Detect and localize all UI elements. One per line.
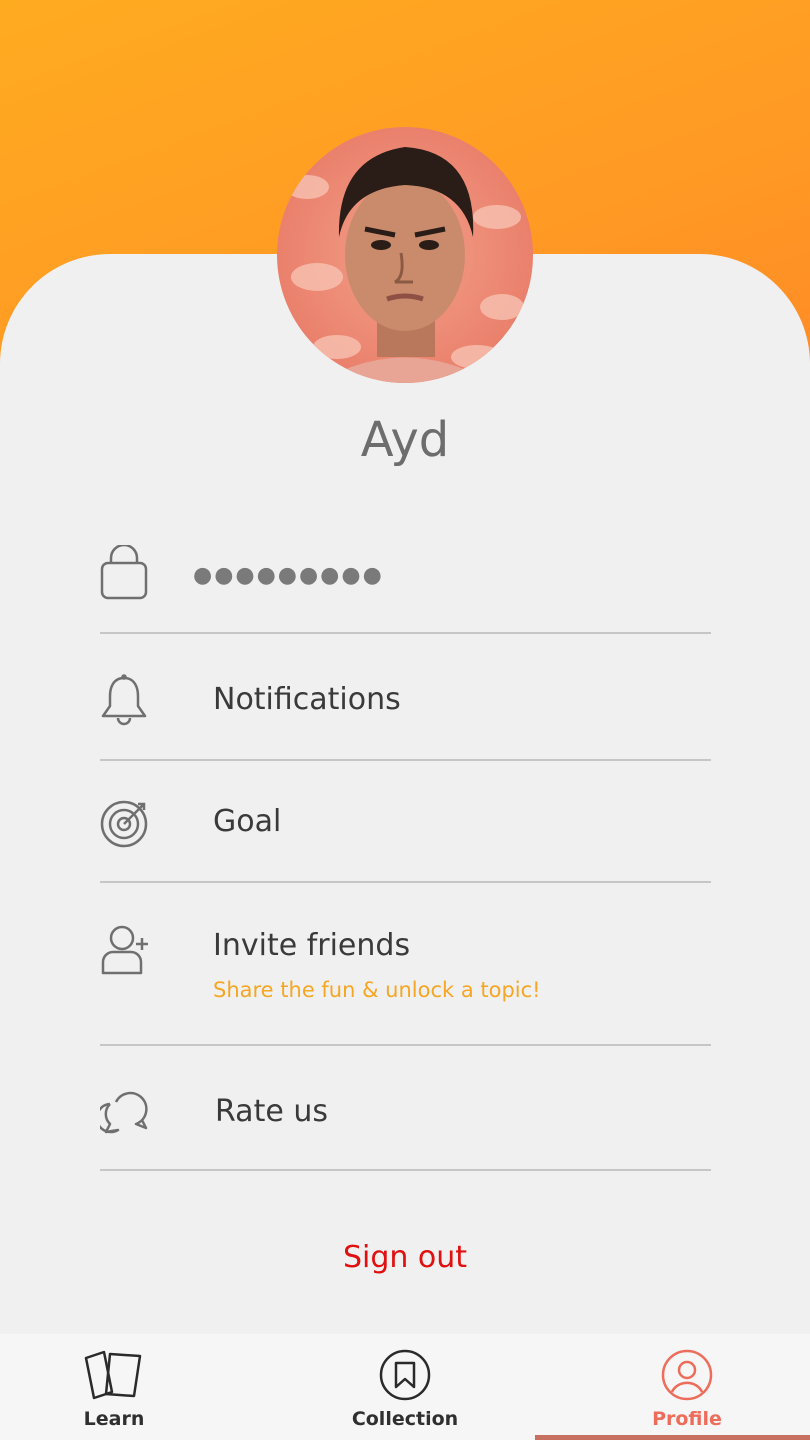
chat-bubbles-icon: [95, 1088, 152, 1140]
active-tab-indicator: [535, 1435, 810, 1440]
add-user-icon: [100, 924, 150, 980]
settings-item-invite-friends[interactable]: Invite friends Share the fun & unlock a …: [100, 924, 711, 1014]
bell-icon: [100, 674, 148, 730]
divider: [100, 1044, 711, 1046]
settings-item-label: Notifications: [213, 682, 401, 717]
password-row[interactable]: ●●●●●●●●●: [100, 543, 711, 605]
tab-label: Profile: [652, 1408, 722, 1430]
settings-item-goal[interactable]: Goal: [100, 796, 711, 856]
divider: [100, 632, 711, 634]
lock-icon: [100, 543, 148, 605]
tab-profile[interactable]: Profile: [552, 1334, 810, 1440]
tab-label: Learn: [83, 1408, 145, 1430]
tab-learn[interactable]: Learn: [0, 1334, 249, 1440]
user-name: Ayd: [360, 412, 450, 468]
target-icon: [100, 798, 150, 852]
settings-item-subtitle: Share the fun & unlock a topic!: [213, 978, 541, 1002]
user-icon: [660, 1348, 714, 1406]
settings-item-label: Invite friends: [213, 928, 411, 963]
settings-item-label: Rate us: [215, 1094, 328, 1129]
cards-icon: [80, 1348, 148, 1404]
divider: [100, 759, 711, 761]
sign-out-button[interactable]: Sign out: [0, 1240, 810, 1275]
tab-label: Collection: [351, 1408, 459, 1430]
settings-item-notifications[interactable]: Notifications: [100, 672, 711, 732]
settings-item-rate-us[interactable]: Rate us: [95, 1086, 711, 1146]
settings-item-label: Goal: [213, 804, 282, 839]
divider: [100, 1169, 711, 1171]
avatar[interactable]: [277, 127, 533, 383]
bottom-tab-bar: Learn Collection Profile: [0, 1334, 810, 1440]
tab-collection[interactable]: Collection: [270, 1334, 540, 1440]
bookmark-icon: [378, 1348, 432, 1406]
divider: [100, 881, 711, 883]
password-value: ●●●●●●●●●: [193, 563, 384, 588]
